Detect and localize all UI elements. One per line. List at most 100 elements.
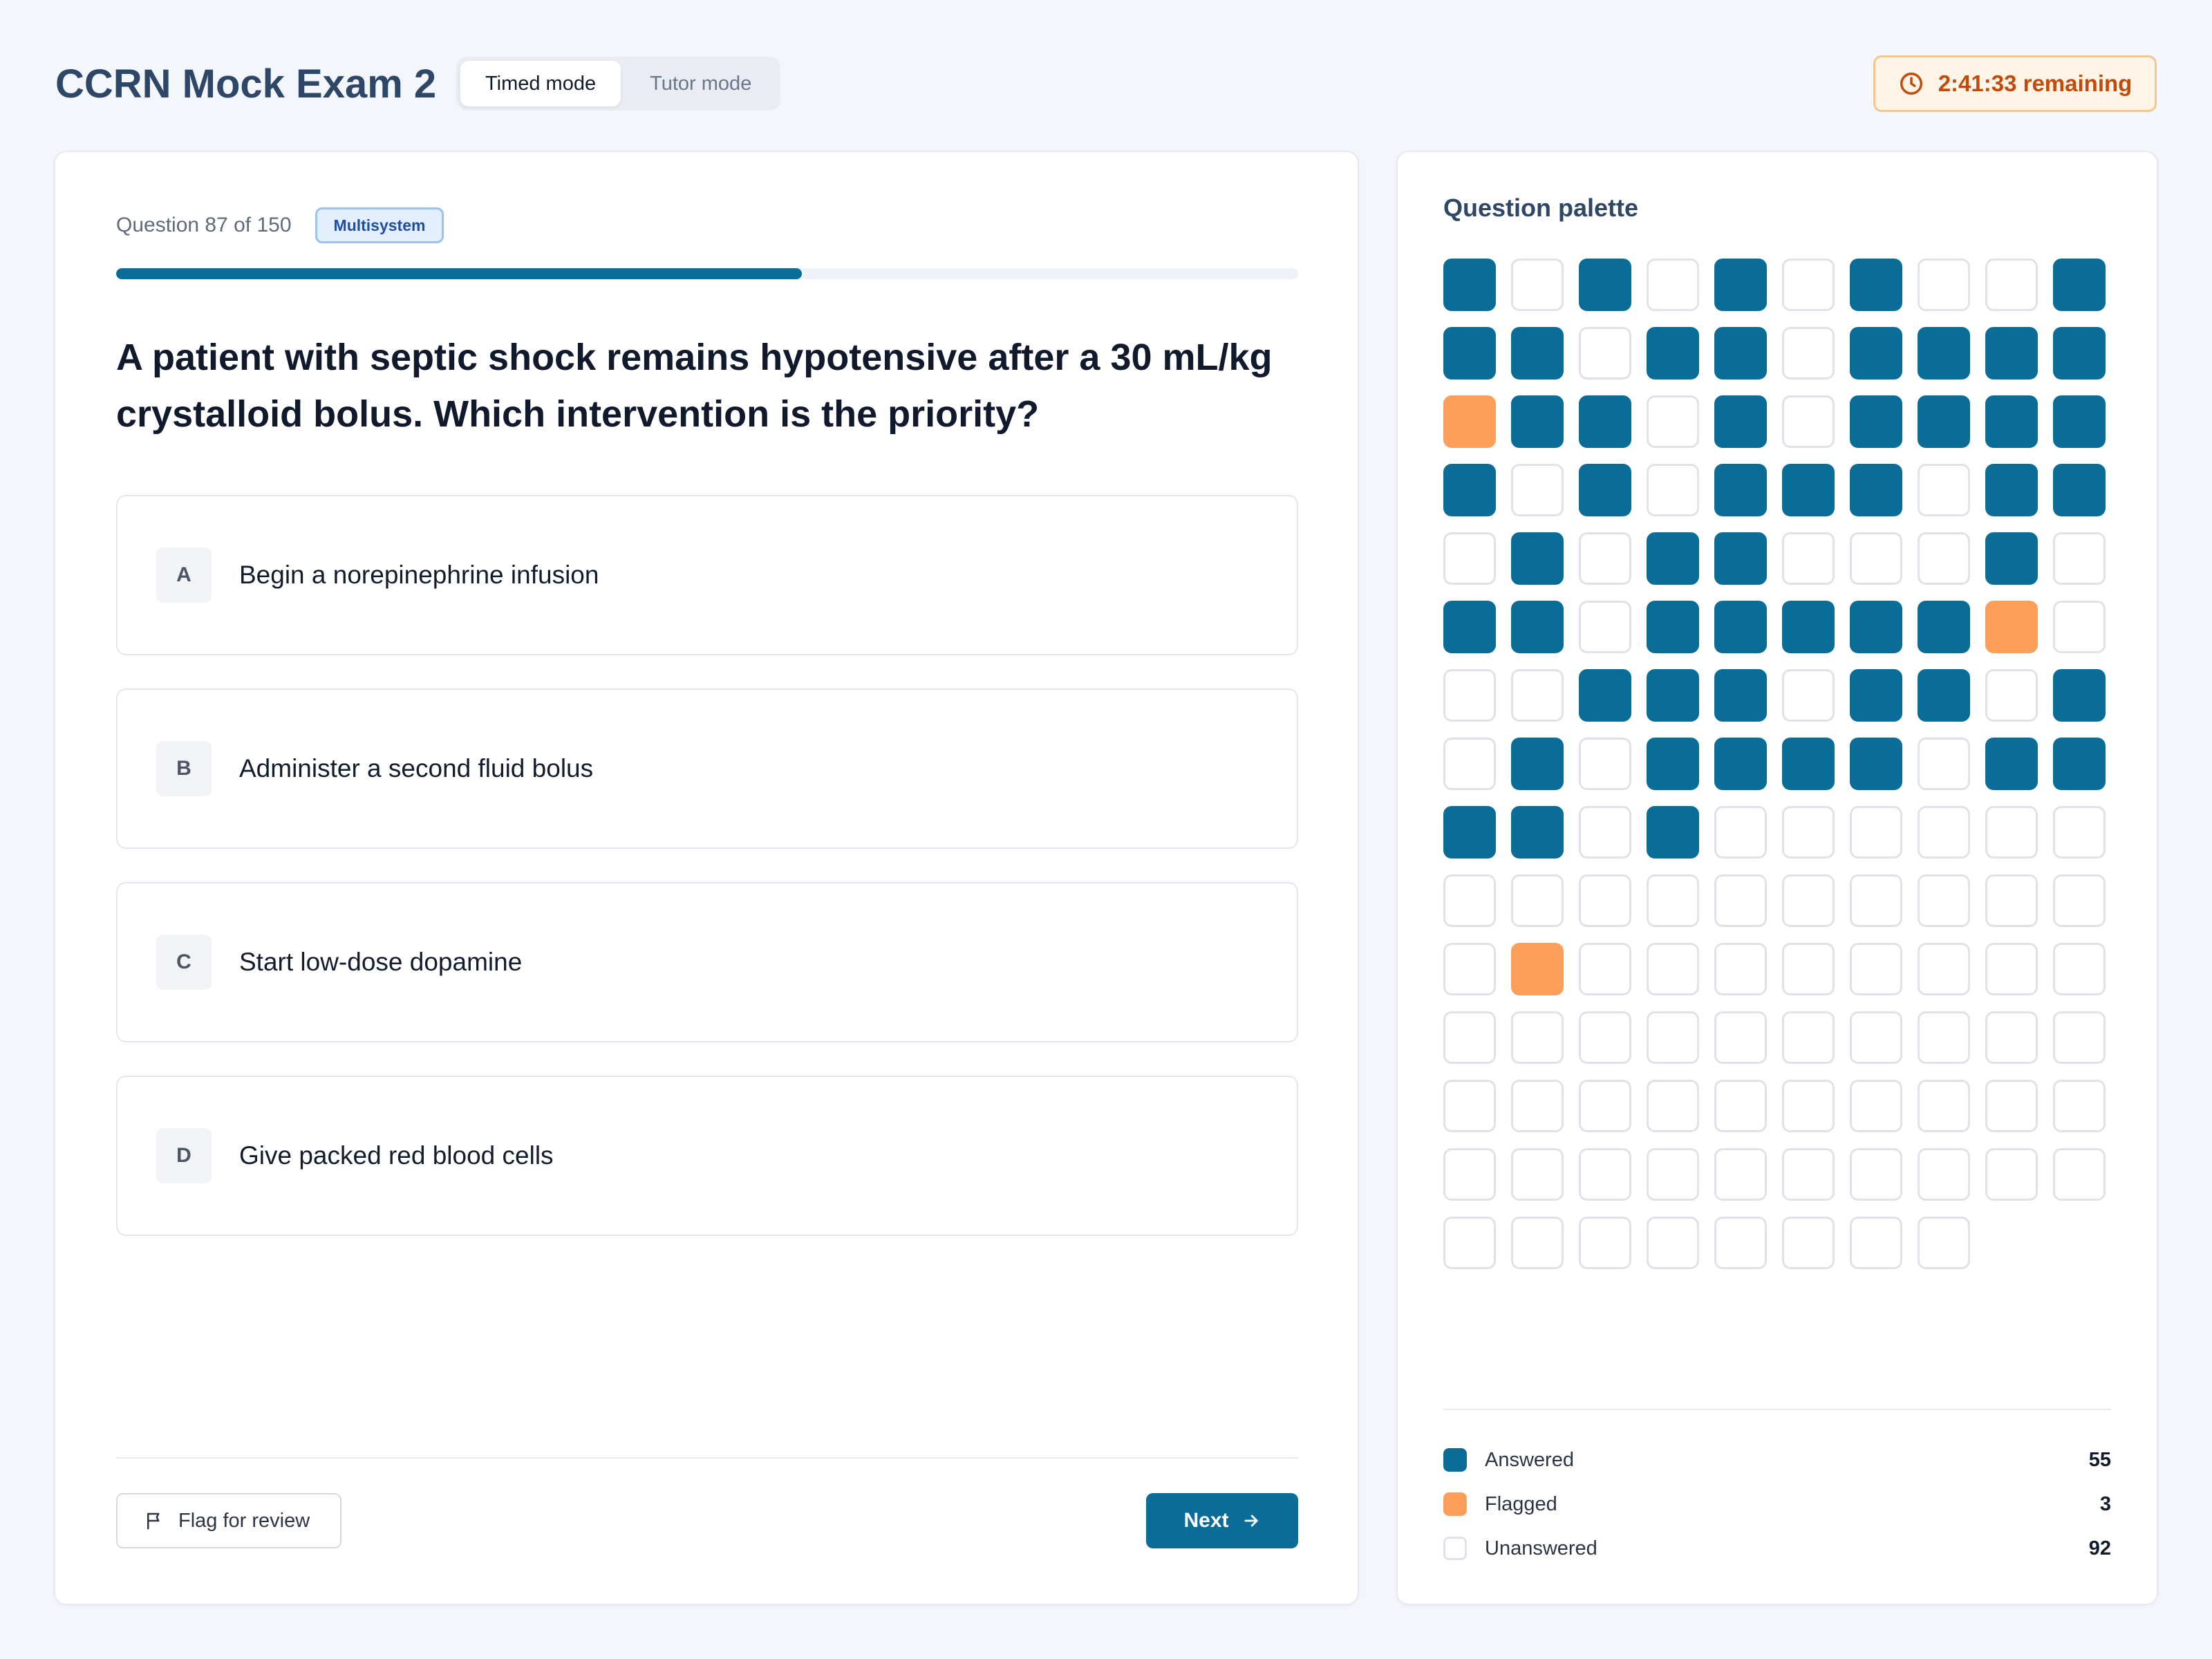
palette-cell-100[interactable] — [2053, 874, 2106, 927]
option-d[interactable]: D Give packed red blood cells — [116, 1076, 1298, 1236]
palette-cell-101[interactable] — [1443, 943, 1496, 995]
palette-cell-42[interactable] — [1511, 532, 1564, 585]
palette-cell-115[interactable] — [1714, 1011, 1767, 1064]
palette-cell-25[interactable] — [1714, 395, 1767, 448]
palette-cell-104[interactable] — [1647, 943, 1699, 995]
palette-cell-139[interactable] — [1985, 1148, 2038, 1201]
palette-cell-81[interactable] — [1443, 806, 1496, 859]
palette-cell-59[interactable] — [1985, 601, 2038, 653]
palette-cell-105[interactable] — [1714, 943, 1767, 995]
palette-cell-24[interactable] — [1647, 395, 1699, 448]
palette-cell-32[interactable] — [1511, 464, 1564, 516]
palette-cell-70[interactable] — [2053, 669, 2106, 722]
palette-cell-93[interactable] — [1579, 874, 1631, 927]
palette-cell-137[interactable] — [1850, 1148, 1902, 1201]
palette-cell-106[interactable] — [1782, 943, 1835, 995]
palette-cell-15[interactable] — [1714, 327, 1767, 379]
palette-cell-110[interactable] — [2053, 943, 2106, 995]
palette-cell-17[interactable] — [1850, 327, 1902, 379]
palette-cell-62[interactable] — [1511, 669, 1564, 722]
palette-cell-63[interactable] — [1579, 669, 1631, 722]
palette-cell-79[interactable] — [1985, 738, 2038, 790]
palette-cell-19[interactable] — [1985, 327, 2038, 379]
palette-cell-102[interactable] — [1511, 943, 1564, 995]
palette-cell-16[interactable] — [1782, 327, 1835, 379]
palette-cell-143[interactable] — [1579, 1217, 1631, 1269]
palette-cell-89[interactable] — [1985, 806, 2038, 859]
palette-cell-72[interactable] — [1511, 738, 1564, 790]
palette-cell-18[interactable] — [1918, 327, 1970, 379]
palette-cell-80[interactable] — [2053, 738, 2106, 790]
palette-cell-3[interactable] — [1579, 259, 1631, 311]
palette-cell-116[interactable] — [1782, 1011, 1835, 1064]
palette-cell-114[interactable] — [1647, 1011, 1699, 1064]
palette-cell-13[interactable] — [1579, 327, 1631, 379]
palette-cell-142[interactable] — [1511, 1217, 1564, 1269]
palette-cell-20[interactable] — [2053, 327, 2106, 379]
palette-cell-121[interactable] — [1443, 1080, 1496, 1132]
palette-cell-28[interactable] — [1918, 395, 1970, 448]
option-a[interactable]: A Begin a norepinephrine infusion — [116, 495, 1298, 655]
palette-cell-135[interactable] — [1714, 1148, 1767, 1201]
palette-cell-49[interactable] — [1985, 532, 2038, 585]
palette-cell-98[interactable] — [1918, 874, 1970, 927]
palette-cell-7[interactable] — [1850, 259, 1902, 311]
palette-cell-12[interactable] — [1511, 327, 1564, 379]
palette-cell-90[interactable] — [2053, 806, 2106, 859]
palette-cell-46[interactable] — [1782, 532, 1835, 585]
palette-cell-77[interactable] — [1850, 738, 1902, 790]
palette-cell-48[interactable] — [1918, 532, 1970, 585]
palette-cell-53[interactable] — [1579, 601, 1631, 653]
palette-cell-31[interactable] — [1443, 464, 1496, 516]
palette-cell-117[interactable] — [1850, 1011, 1902, 1064]
palette-cell-125[interactable] — [1714, 1080, 1767, 1132]
palette-cell-96[interactable] — [1782, 874, 1835, 927]
palette-cell-51[interactable] — [1443, 601, 1496, 653]
palette-cell-26[interactable] — [1782, 395, 1835, 448]
palette-cell-27[interactable] — [1850, 395, 1902, 448]
palette-cell-97[interactable] — [1850, 874, 1902, 927]
palette-cell-38[interactable] — [1918, 464, 1970, 516]
palette-cell-146[interactable] — [1782, 1217, 1835, 1269]
palette-cell-39[interactable] — [1985, 464, 2038, 516]
palette-cell-74[interactable] — [1647, 738, 1699, 790]
palette-cell-109[interactable] — [1985, 943, 2038, 995]
palette-cell-33[interactable] — [1579, 464, 1631, 516]
palette-cell-29[interactable] — [1985, 395, 2038, 448]
palette-cell-122[interactable] — [1511, 1080, 1564, 1132]
palette-cell-133[interactable] — [1579, 1148, 1631, 1201]
palette-cell-82[interactable] — [1511, 806, 1564, 859]
palette-cell-1[interactable] — [1443, 259, 1496, 311]
palette-cell-65[interactable] — [1714, 669, 1767, 722]
palette-cell-30[interactable] — [2053, 395, 2106, 448]
palette-cell-43[interactable] — [1579, 532, 1631, 585]
palette-cell-132[interactable] — [1511, 1148, 1564, 1201]
palette-cell-113[interactable] — [1579, 1011, 1631, 1064]
palette-cell-129[interactable] — [1985, 1080, 2038, 1132]
palette-cell-95[interactable] — [1714, 874, 1767, 927]
palette-cell-127[interactable] — [1850, 1080, 1902, 1132]
palette-cell-145[interactable] — [1714, 1217, 1767, 1269]
palette-cell-4[interactable] — [1647, 259, 1699, 311]
palette-cell-34[interactable] — [1647, 464, 1699, 516]
palette-cell-88[interactable] — [1918, 806, 1970, 859]
palette-cell-108[interactable] — [1918, 943, 1970, 995]
palette-cell-99[interactable] — [1985, 874, 2038, 927]
palette-cell-9[interactable] — [1985, 259, 2038, 311]
palette-cell-54[interactable] — [1647, 601, 1699, 653]
palette-cell-45[interactable] — [1714, 532, 1767, 585]
palette-cell-138[interactable] — [1918, 1148, 1970, 1201]
palette-cell-140[interactable] — [2053, 1148, 2106, 1201]
option-b[interactable]: B Administer a second fluid bolus — [116, 688, 1298, 849]
palette-cell-55[interactable] — [1714, 601, 1767, 653]
flag-for-review-button[interactable]: Flag for review — [116, 1493, 341, 1548]
palette-cell-58[interactable] — [1918, 601, 1970, 653]
palette-cell-10[interactable] — [2053, 259, 2106, 311]
palette-cell-44[interactable] — [1647, 532, 1699, 585]
palette-cell-134[interactable] — [1647, 1148, 1699, 1201]
next-button[interactable]: Next — [1146, 1493, 1298, 1548]
palette-cell-5[interactable] — [1714, 259, 1767, 311]
palette-cell-52[interactable] — [1511, 601, 1564, 653]
palette-cell-67[interactable] — [1850, 669, 1902, 722]
palette-cell-75[interactable] — [1714, 738, 1767, 790]
